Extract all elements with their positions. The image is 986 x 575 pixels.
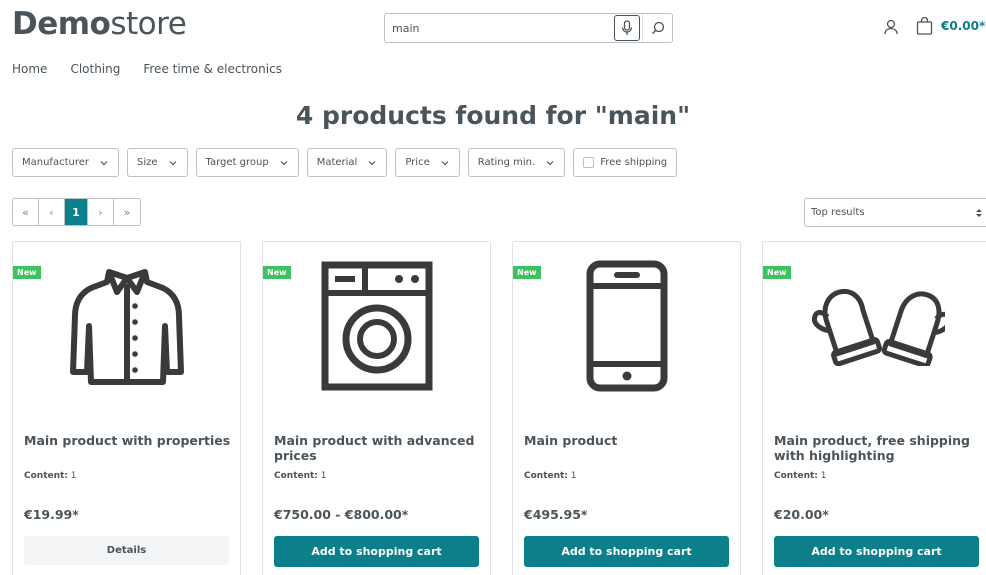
add-to-cart-button[interactable]: Add to shopping cart: [774, 536, 979, 567]
new-badge: New: [13, 266, 41, 279]
product-content: Content: 1: [274, 471, 327, 481]
sort-select[interactable]: Top results: [804, 198, 986, 227]
search-button[interactable]: [642, 14, 672, 42]
product-name[interactable]: Main product, free shipping with highlig…: [774, 433, 984, 463]
search-icon: [651, 21, 664, 34]
product-image[interactable]: [513, 256, 740, 396]
product-content: Content: 1: [24, 471, 77, 481]
store-logo[interactable]: Demostore: [12, 6, 187, 42]
updown-arrows-icon: [976, 208, 982, 217]
filter-rating-min[interactable]: Rating min.: [467, 148, 566, 177]
microphone-button[interactable]: [614, 15, 640, 41]
product-card[interactable]: New Main product with properties Content…: [12, 241, 241, 575]
filter-free-shipping[interactable]: Free shipping: [573, 148, 678, 177]
product-image[interactable]: [263, 256, 490, 396]
shopping-bag-icon: [916, 17, 933, 35]
page-title: 4 products found for "main": [295, 101, 691, 130]
smartphone-icon: [586, 260, 667, 392]
product-price: €750.00 - €800.00*: [274, 507, 409, 522]
filter-label: Size: [137, 157, 158, 168]
search-input[interactable]: [385, 14, 614, 42]
microphone-icon: [621, 20, 633, 35]
pagination: « ‹ 1 › »: [12, 198, 141, 226]
pagination-next-button[interactable]: ›: [88, 199, 114, 225]
product-name[interactable]: Main product with advanced prices: [274, 433, 484, 463]
product-name[interactable]: Main product with properties: [24, 433, 234, 448]
product-price: €19.99*: [24, 507, 79, 522]
new-badge: New: [513, 266, 541, 279]
jacket-icon: [69, 269, 184, 385]
filter-label: Price: [405, 157, 430, 168]
filter-panel: Manufacturer Size Target group Material …: [12, 148, 678, 177]
filter-label: Rating min.: [477, 157, 536, 168]
pagination-page-1[interactable]: 1: [65, 199, 88, 225]
product-price: €20.00*: [774, 507, 829, 522]
search-bar: [384, 13, 673, 43]
mittens-icon: [811, 289, 945, 366]
new-badge: New: [263, 266, 291, 279]
chevron-down-icon: [280, 160, 288, 165]
filter-material[interactable]: Material: [306, 148, 388, 177]
logo-light-text: store: [110, 6, 187, 42]
chevron-down-icon: [100, 160, 108, 165]
product-price: €495.95*: [524, 507, 588, 522]
filter-label: Material: [316, 157, 358, 168]
user-icon: [884, 19, 898, 35]
filter-label: Target group: [205, 157, 269, 168]
product-card[interactable]: New Main product Content: 1 €495.95* Add…: [512, 241, 741, 575]
cart-total: €0.00*: [941, 19, 986, 33]
new-badge: New: [763, 266, 791, 279]
product-content: Content: 1: [524, 471, 577, 481]
nav-item-home[interactable]: Home: [12, 62, 47, 76]
pagination-prev-button[interactable]: ‹: [39, 199, 65, 225]
free-shipping-checkbox[interactable]: [583, 157, 595, 168]
product-image[interactable]: [13, 256, 240, 396]
filter-label: Free shipping: [600, 157, 668, 168]
product-name[interactable]: Main product: [524, 433, 734, 448]
filter-label: Manufacturer: [22, 157, 89, 168]
filter-manufacturer[interactable]: Manufacturer: [12, 148, 119, 177]
add-to-cart-button[interactable]: Add to shopping cart: [524, 536, 729, 567]
product-content: Content: 1: [774, 471, 827, 481]
nav-item-free-time-electronics[interactable]: Free time & electronics: [143, 62, 282, 76]
filter-target-group[interactable]: Target group: [195, 148, 299, 177]
pagination-last-button[interactable]: »: [114, 199, 140, 225]
chevron-down-icon: [546, 160, 554, 165]
chevron-down-icon: [368, 160, 376, 165]
sort-selected-value: Top results: [811, 207, 865, 218]
filter-price[interactable]: Price: [395, 148, 460, 177]
chevron-down-icon: [169, 160, 176, 165]
add-to-cart-button[interactable]: Add to shopping cart: [274, 536, 479, 567]
chevron-down-icon: [441, 160, 449, 165]
main-navigation: Home Clothing Free time & electronics: [12, 62, 282, 76]
washing-machine-icon: [321, 261, 432, 391]
account-button[interactable]: [883, 19, 899, 39]
pagination-first-button[interactable]: «: [13, 199, 39, 225]
details-button[interactable]: Details: [24, 536, 229, 565]
product-card[interactable]: New Main product, free shipping with hig…: [762, 241, 986, 575]
product-image[interactable]: [763, 256, 986, 396]
cart-button[interactable]: €0.00*: [916, 17, 985, 35]
logo-bold-text: Demo: [12, 6, 111, 42]
nav-item-clothing[interactable]: Clothing: [70, 62, 120, 76]
product-card[interactable]: New Main product with advanced prices Co…: [262, 241, 491, 575]
filter-size[interactable]: Size: [127, 148, 188, 177]
